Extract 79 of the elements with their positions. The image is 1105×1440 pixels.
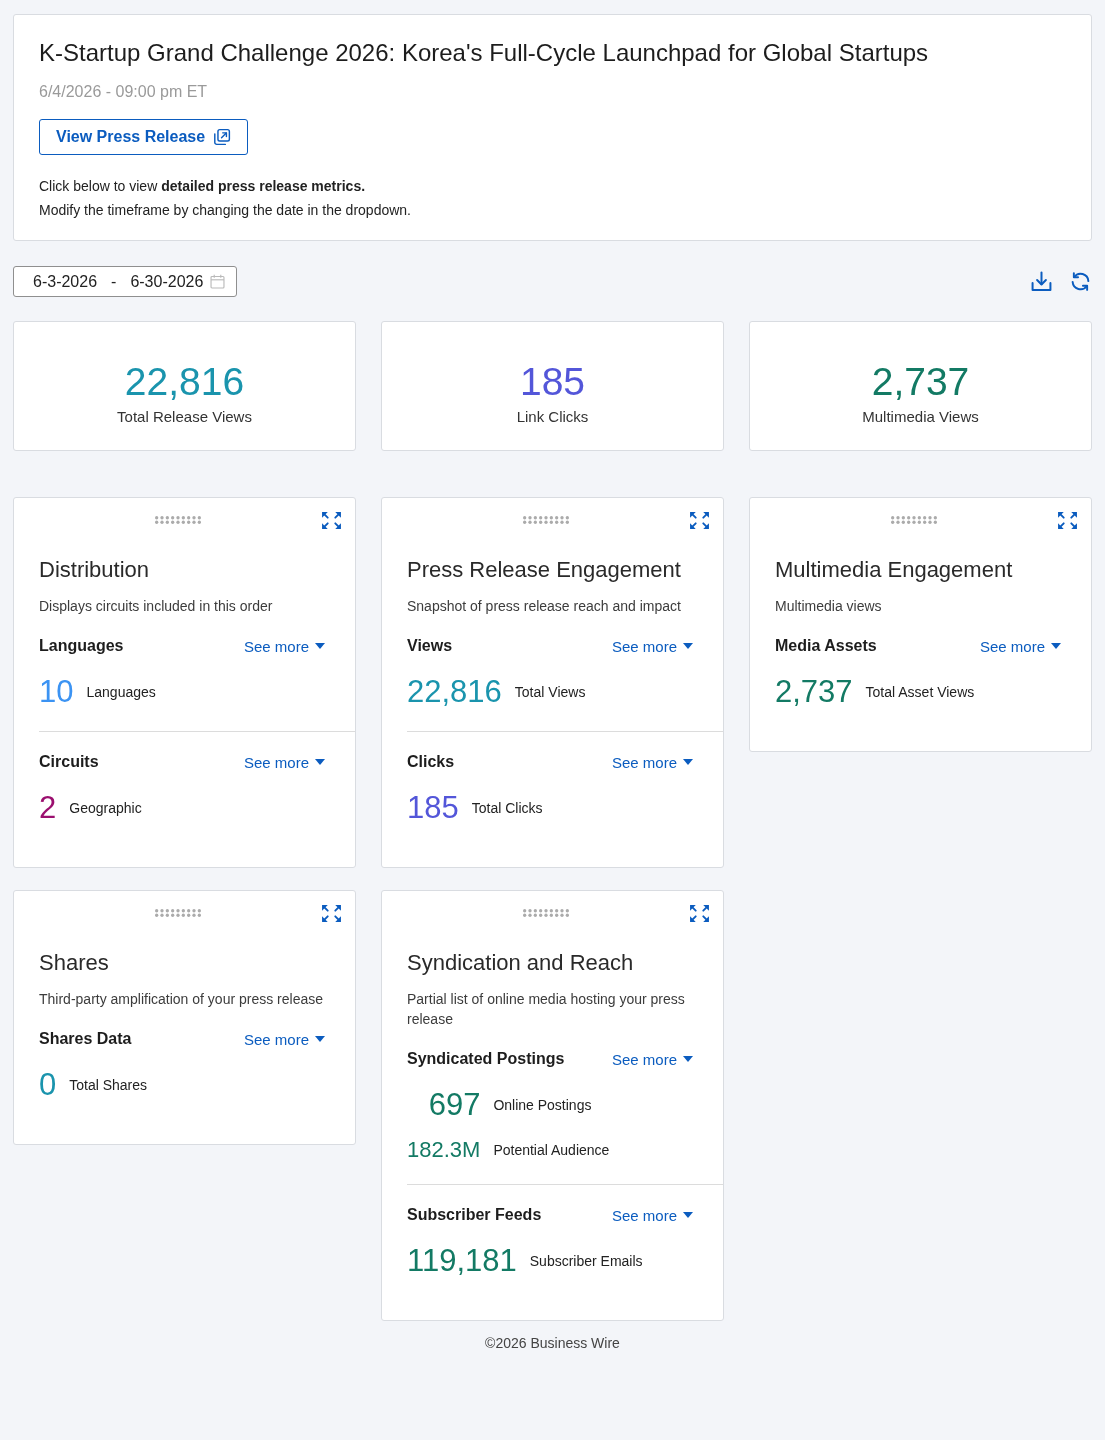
- metric-label: Total Clicks: [471, 799, 543, 818]
- widget-description: Third-party amplification of your press release: [39, 990, 324, 1009]
- section-heading: Clicks: [407, 752, 455, 772]
- metric-label: Total Shares: [69, 1076, 148, 1095]
- metric-value: 22,816: [407, 673, 502, 711]
- external-link-icon: [213, 128, 232, 146]
- stat-value: 22,816: [124, 358, 245, 405]
- see-more-link[interactable]: See more: [979, 637, 1061, 655]
- drag-handle-icon[interactable]: [522, 516, 569, 524]
- widget-title: Syndication and Reach: [407, 949, 635, 977]
- drag-handle-icon[interactable]: [154, 909, 201, 917]
- metric-value: 2,737: [775, 673, 853, 711]
- metric-label: Subscriber Emails: [529, 1252, 643, 1271]
- section-heading: Subscriber Feeds: [407, 1205, 542, 1225]
- widget-title: Distribution: [39, 556, 151, 584]
- see-more-link[interactable]: See more: [243, 1030, 325, 1048]
- caret-icon: [315, 1036, 325, 1042]
- section-heading: Views: [407, 636, 453, 656]
- stat-label: Multimedia Views: [862, 406, 979, 427]
- metric-value: 2: [39, 789, 57, 827]
- widget-description: Displays circuits included in this order: [39, 597, 274, 616]
- instruction-text: Click below to view detailed press release metrics.: [39, 177, 367, 196]
- refresh-icon[interactable]: [1070, 271, 1091, 292]
- calendar-icon: [210, 274, 226, 289]
- release-title: K-Startup Grand Challenge 2026: Korea's Full-Cycle Launchpad for Global Startups: [39, 38, 930, 68]
- expand-icon[interactable]: [322, 512, 341, 529]
- metric-label: Online Postings: [493, 1096, 592, 1115]
- view-press-release-button[interactable]: View Press Release: [39, 119, 249, 155]
- metric-value: 185: [407, 789, 459, 827]
- caret-icon: [683, 759, 693, 765]
- metric-label: Potential Audience: [493, 1141, 610, 1160]
- metric-value: 0: [39, 1066, 57, 1104]
- drag-handle-icon[interactable]: [522, 909, 569, 917]
- metric-value: 119,181: [407, 1242, 517, 1280]
- metric-label: Geographic: [69, 799, 142, 818]
- widget-description: Multimedia views: [775, 597, 883, 616]
- metric-value: 10: [39, 673, 74, 711]
- see-more-link[interactable]: See more: [611, 1050, 693, 1068]
- widget-description: Partial list of online media hosting your press release: [407, 990, 686, 1029]
- stat-value: 185: [519, 358, 586, 405]
- see-more-link[interactable]: See more: [243, 753, 325, 771]
- widget-title: Press Release Engagement: [407, 556, 682, 584]
- widget-description: Snapshot of press release reach and impact: [407, 597, 682, 616]
- download-icon[interactable]: [1031, 271, 1052, 292]
- caret-icon: [683, 1056, 693, 1062]
- metric-label: Languages: [86, 683, 156, 702]
- caret-icon: [315, 643, 325, 649]
- caret-icon: [683, 1212, 693, 1218]
- metric-value: 697: [428, 1086, 481, 1124]
- stat-label: Total Release Views: [117, 406, 252, 427]
- instruction-text: Modify the timeframe by changing the date in the dropdown.: [39, 201, 412, 220]
- expand-icon[interactable]: [690, 512, 709, 529]
- copyright-text: ©2026 Business Wire: [484, 1334, 621, 1353]
- section-heading: Shares Data: [39, 1029, 132, 1049]
- see-more-link[interactable]: See more: [243, 637, 325, 655]
- stat-label: Link Clicks: [516, 406, 589, 427]
- section-heading: Syndicated Postings: [407, 1049, 565, 1069]
- expand-icon[interactable]: [690, 905, 709, 922]
- see-more-link[interactable]: See more: [611, 637, 693, 655]
- caret-icon: [683, 643, 693, 649]
- caret-icon: [315, 759, 325, 765]
- see-more-link[interactable]: See more: [611, 1206, 693, 1224]
- expand-icon[interactable]: [322, 905, 341, 922]
- caret-icon: [1051, 643, 1061, 649]
- widget-title: Shares: [39, 949, 110, 977]
- drag-handle-icon[interactable]: [154, 516, 201, 524]
- metric-label: Total Views: [514, 683, 586, 702]
- section-heading: Languages: [39, 636, 124, 656]
- section-heading: Media Assets: [775, 636, 877, 656]
- section-heading: Circuits: [39, 752, 99, 772]
- metric-value: 182.3M: [407, 1136, 481, 1164]
- expand-icon[interactable]: [1058, 512, 1077, 529]
- see-more-link[interactable]: See more: [611, 753, 693, 771]
- date-range-field[interactable]: 6-3-2026 - 6-30-2026: [13, 266, 238, 297]
- drag-handle-icon[interactable]: [890, 516, 937, 524]
- widget-title: Multimedia Engagement: [775, 556, 1014, 584]
- stat-value: 2,737: [871, 358, 970, 405]
- release-date: 6/4/2026 - 09:00 pm ET: [39, 82, 209, 102]
- metric-label: Total Asset Views: [865, 683, 975, 702]
